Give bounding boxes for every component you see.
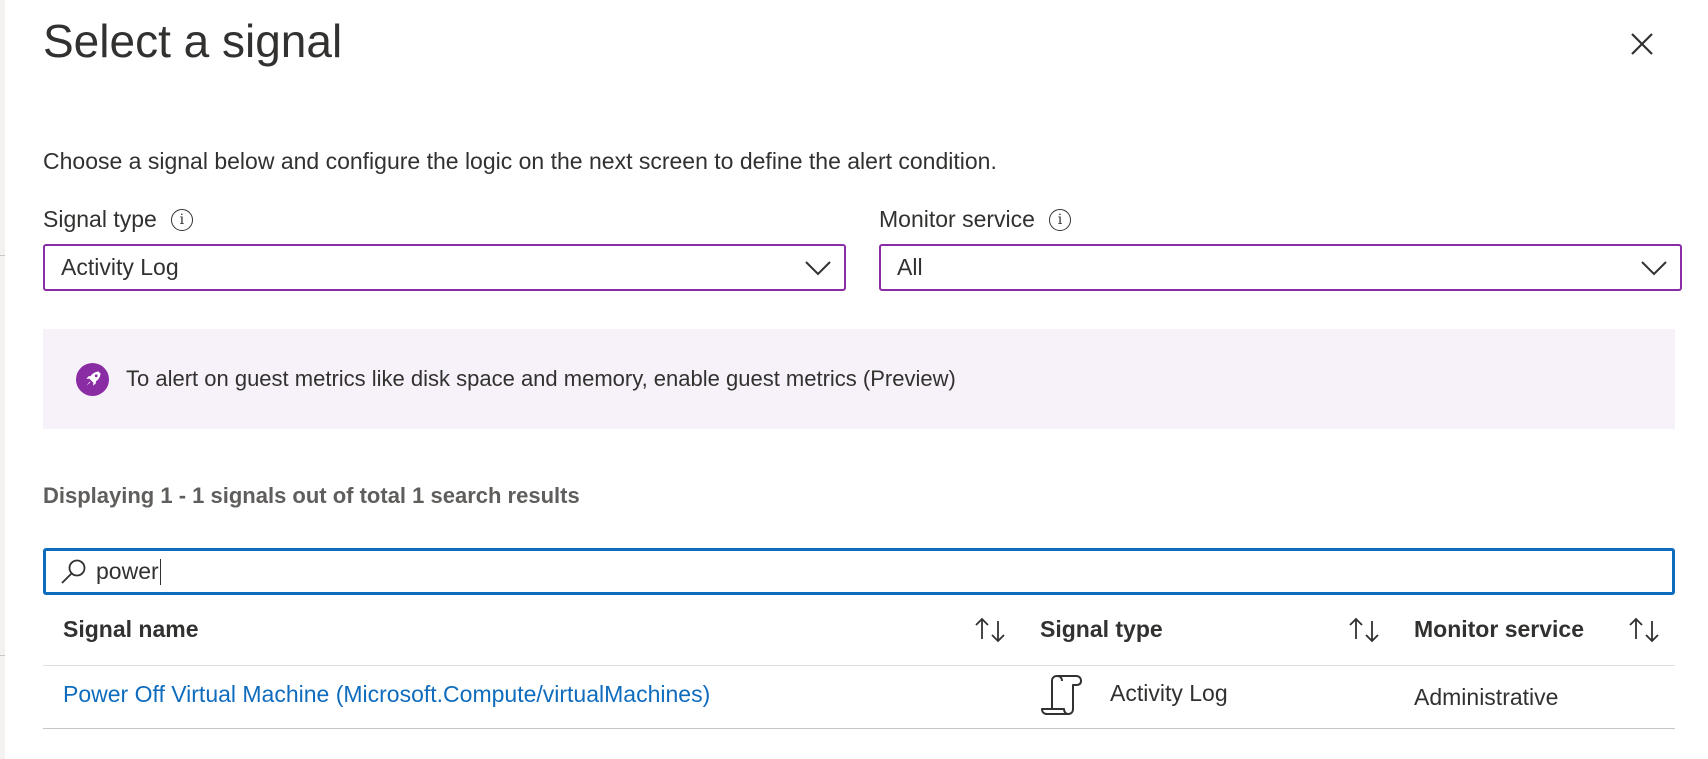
search-icon xyxy=(61,559,86,584)
edge-divider xyxy=(0,255,5,256)
edge-divider xyxy=(0,655,5,656)
column-header-signal-name[interactable]: Signal name xyxy=(63,616,198,643)
sort-monitor-service-button[interactable] xyxy=(1625,614,1663,646)
monitor-service-cell: Administrative xyxy=(1414,684,1559,710)
monitor-service-value: All xyxy=(897,254,923,280)
info-icon[interactable]: i xyxy=(170,208,193,231)
text-cursor xyxy=(159,558,161,585)
monitor-service-dropdown[interactable]: All xyxy=(879,244,1682,291)
signal-name-link[interactable]: Power Off Virtual Machine (Microsoft.Com… xyxy=(63,681,710,708)
monitor-service-label: Monitor service xyxy=(879,206,1035,232)
banner-text: To alert on guest metrics like disk spac… xyxy=(126,366,956,391)
monitor-service-label-group: Monitor service i xyxy=(879,206,1071,233)
table-header-divider xyxy=(43,665,1675,666)
signal-type-value: Activity Log xyxy=(61,254,179,280)
chevron-down-icon xyxy=(1641,260,1667,275)
search-value: power xyxy=(96,558,159,584)
activity-log-icon xyxy=(1041,675,1082,715)
sort-icon[interactable] xyxy=(971,614,1009,646)
sort-icon[interactable] xyxy=(1625,614,1663,646)
signal-type-label: Signal type xyxy=(43,206,157,232)
signal-type-dropdown[interactable]: Activity Log xyxy=(43,244,846,291)
guest-metrics-banner: To alert on guest metrics like disk spac… xyxy=(43,329,1675,429)
close-icon[interactable] xyxy=(1624,26,1660,62)
left-panel-edge xyxy=(0,0,5,759)
results-summary: Displaying 1 - 1 signals out of total 1 … xyxy=(43,483,580,508)
search-input[interactable]: power xyxy=(43,548,1675,595)
chevron-down-icon xyxy=(805,260,831,275)
table-row-divider xyxy=(43,728,1675,729)
rocket-icon xyxy=(76,362,109,396)
info-icon[interactable]: i xyxy=(1048,208,1071,231)
dialog-description: Choose a signal below and configure the … xyxy=(43,148,997,174)
column-header-signal-type[interactable]: Signal type xyxy=(1040,616,1163,643)
dialog-title: Select a signal xyxy=(43,15,343,67)
sort-signal-name-button[interactable] xyxy=(971,614,1009,646)
column-header-monitor-service[interactable]: Monitor service xyxy=(1414,616,1584,643)
signal-type-label-group: Signal type i xyxy=(43,206,193,233)
close-button[interactable] xyxy=(1624,26,1660,62)
signal-type-cell: Activity Log xyxy=(1110,680,1228,706)
sort-signal-type-button[interactable] xyxy=(1345,614,1383,646)
sort-icon[interactable] xyxy=(1345,614,1383,646)
